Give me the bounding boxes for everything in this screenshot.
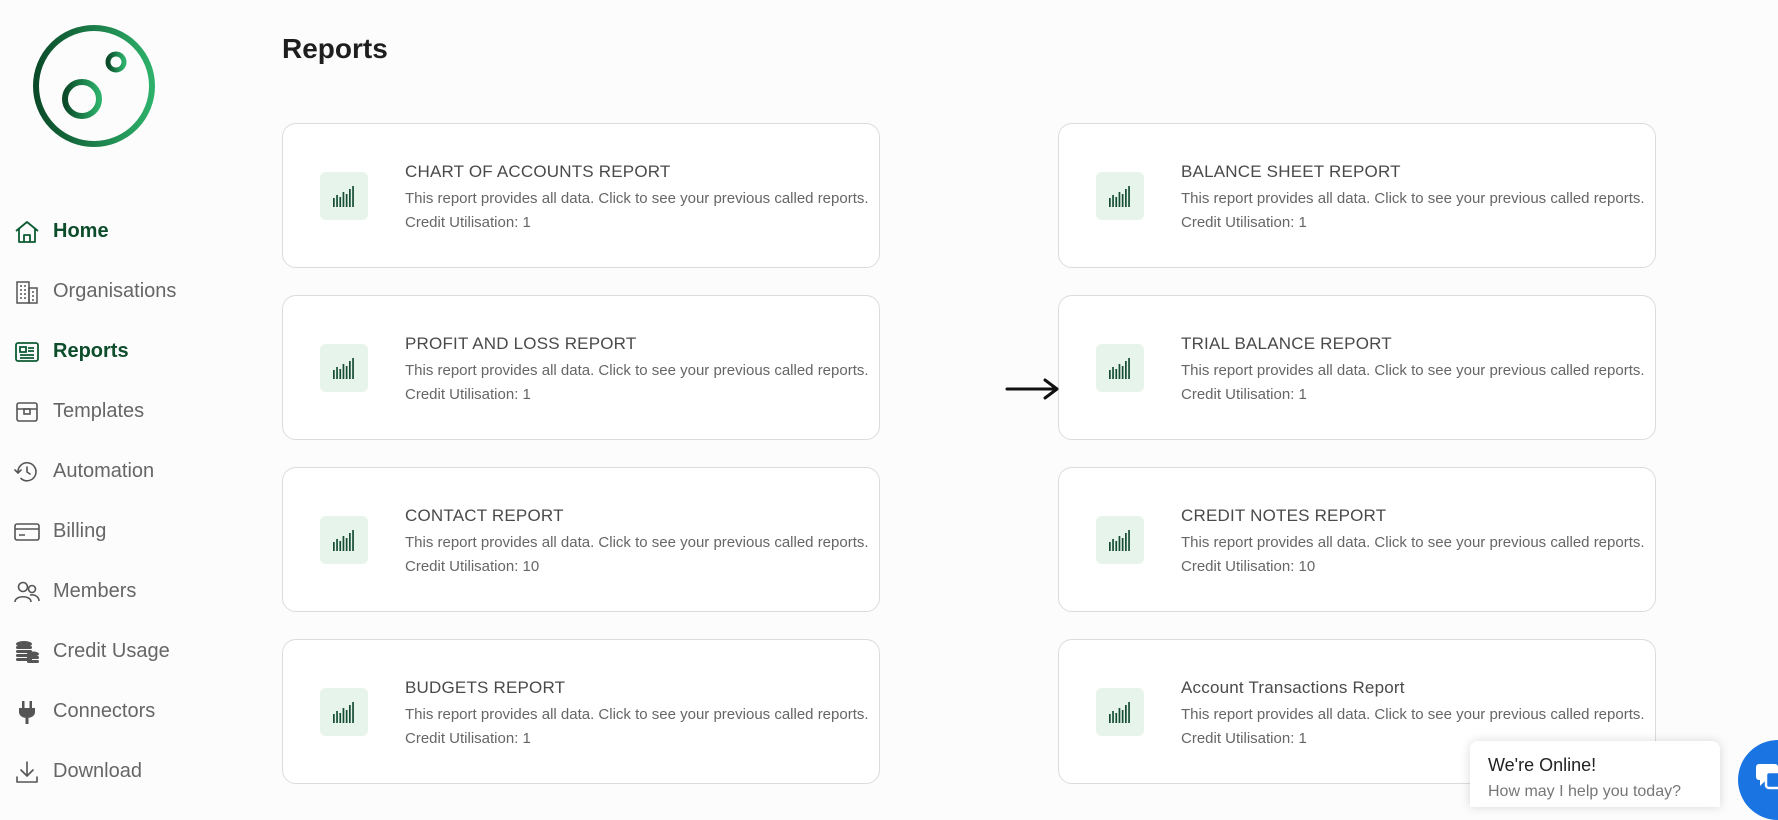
sidebar-item-templates[interactable]: Templates <box>0 382 240 442</box>
page-title: Reports <box>282 33 388 64</box>
history-icon <box>14 459 40 485</box>
sidebar-item-members[interactable]: Members <box>0 562 240 622</box>
report-title: Account Transactions Report <box>1181 678 1405 697</box>
report-description: This report provides all data. Click to … <box>1181 190 1645 207</box>
report-card[interactable]: CONTACT REPORT This report provides all … <box>282 467 880 612</box>
bar-chart-icon <box>320 344 368 392</box>
sidebar-item-label: Reports <box>53 340 129 362</box>
sidebar-item-credit-usage[interactable]: Credit Usage <box>0 622 240 682</box>
report-credit: Credit Utilisation: 1 <box>1181 386 1307 403</box>
bar-chart-icon <box>320 516 368 564</box>
arrow-right-icon <box>1005 378 1059 400</box>
sidebar-nav: Home Organisations Reports Templates Aut… <box>0 202 240 802</box>
chat-title: We're Online! <box>1488 755 1597 775</box>
sidebar-item-home[interactable]: Home <box>0 202 240 262</box>
report-card[interactable]: CHART OF ACCOUNTS REPORT This report pro… <box>282 123 880 268</box>
bar-chart-icon <box>1096 344 1144 392</box>
sidebar-item-label: Connectors <box>53 700 156 722</box>
coins-icon <box>14 639 40 665</box>
home-icon <box>14 219 40 245</box>
report-description: This report provides all data. Click to … <box>405 534 869 551</box>
credit-card-icon <box>14 519 40 545</box>
sidebar-item-label: Templates <box>53 400 145 422</box>
report-title: TRIAL BALANCE REPORT <box>1181 334 1392 353</box>
report-description: This report provides all data. Click to … <box>1181 534 1645 551</box>
report-title: PROFIT AND LOSS REPORT <box>405 334 637 353</box>
bar-chart-icon <box>320 688 368 736</box>
report-title: BALANCE SHEET REPORT <box>1181 162 1401 181</box>
download-icon <box>14 759 40 785</box>
report-description: This report provides all data. Click to … <box>405 706 869 723</box>
sidebar: Home Organisations Reports Templates Aut… <box>0 0 240 807</box>
bar-chart-icon <box>1096 688 1144 736</box>
chat-icon <box>1756 764 1778 790</box>
sidebar-item-label: Download <box>53 760 142 782</box>
template-icon <box>14 399 40 425</box>
report-title: CHART OF ACCOUNTS REPORT <box>405 162 671 181</box>
sidebar-item-connectors[interactable]: Connectors <box>0 682 240 742</box>
report-credit: Credit Utilisation: 1 <box>405 386 531 403</box>
bar-chart-icon <box>1096 172 1144 220</box>
report-card[interactable]: BALANCE SHEET REPORT This report provide… <box>1058 123 1656 268</box>
sidebar-item-label: Organisations <box>53 280 177 302</box>
sidebar-item-label: Members <box>53 580 137 602</box>
report-credit: Credit Utilisation: 10 <box>405 558 540 575</box>
chat-subtitle: How may I help you today? <box>1488 783 1681 800</box>
chat-greeting[interactable]: We're Online! How may I help you today? <box>1470 741 1720 807</box>
plug-icon <box>14 699 40 725</box>
report-card[interactable]: TRIAL BALANCE REPORT This report provide… <box>1058 295 1656 440</box>
sidebar-item-reports[interactable]: Reports <box>0 322 240 382</box>
report-title: BUDGETS REPORT <box>405 678 566 697</box>
sidebar-item-label: Credit Usage <box>53 640 170 662</box>
report-card[interactable]: CREDIT NOTES REPORT This report provides… <box>1058 467 1656 612</box>
users-icon <box>14 579 40 605</box>
bar-chart-icon <box>1096 516 1144 564</box>
report-description: This report provides all data. Click to … <box>405 362 869 379</box>
sidebar-item-label: Automation <box>53 460 155 482</box>
sidebar-item-label: Home <box>53 220 109 242</box>
brand-logo-icon <box>33 25 155 147</box>
report-credit: Credit Utilisation: 1 <box>405 214 531 231</box>
sidebar-item-billing[interactable]: Billing <box>0 502 240 562</box>
report-title: CONTACT REPORT <box>405 506 564 525</box>
building-icon <box>14 279 40 305</box>
report-description: This report provides all data. Click to … <box>1181 706 1645 723</box>
sidebar-item-organisations[interactable]: Organisations <box>0 262 240 322</box>
report-description: This report provides all data. Click to … <box>1181 362 1645 379</box>
chat-launcher-button[interactable] <box>1738 740 1778 820</box>
report-credit: Credit Utilisation: 1 <box>1181 214 1307 231</box>
report-card[interactable]: PROFIT AND LOSS REPORT This report provi… <box>282 295 880 440</box>
sidebar-item-label: Billing <box>53 520 107 542</box>
bar-chart-icon <box>320 172 368 220</box>
report-icon <box>14 339 40 365</box>
report-credit: Credit Utilisation: 10 <box>1181 558 1316 575</box>
report-card[interactable]: BUDGETS REPORT This report provides all … <box>282 639 880 784</box>
report-description: This report provides all data. Click to … <box>405 190 869 207</box>
sidebar-item-download[interactable]: Download <box>0 742 240 802</box>
report-title: CREDIT NOTES REPORT <box>1181 506 1387 525</box>
sidebar-item-automation[interactable]: Automation <box>0 442 240 502</box>
report-credit: Credit Utilisation: 1 <box>405 730 531 747</box>
brand-logo[interactable] <box>32 24 156 148</box>
report-credit: Credit Utilisation: 1 <box>1181 730 1307 747</box>
